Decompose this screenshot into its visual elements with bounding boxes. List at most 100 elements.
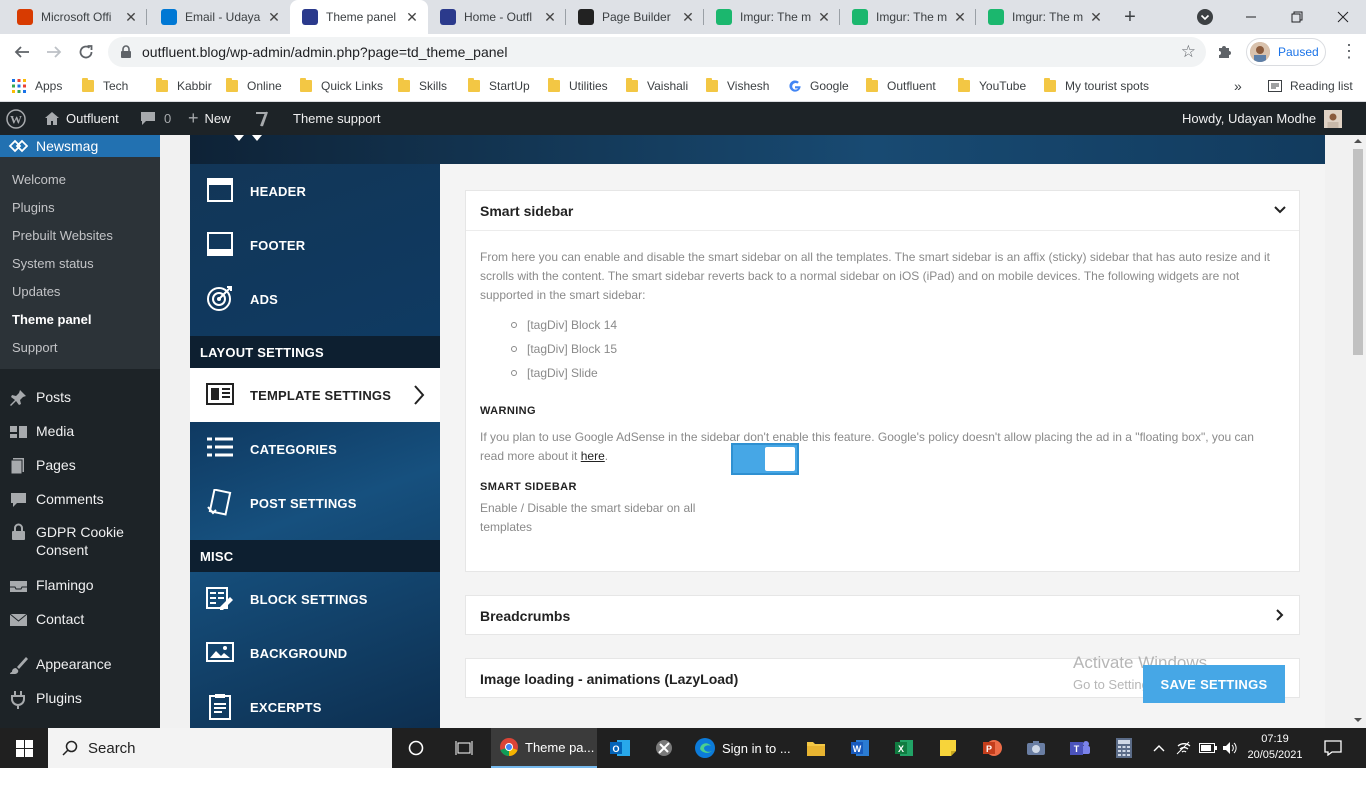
close-tab-icon[interactable]: ✕ — [404, 9, 420, 26]
notification-icon[interactable] — [1318, 728, 1348, 768]
scrollbar-thumb[interactable] — [1353, 149, 1363, 355]
bookmark-apps[interactable]: Apps — [12, 77, 62, 95]
sidebar-item-appearance[interactable]: Appearance — [8, 656, 112, 674]
teams-icon[interactable]: T — [1064, 728, 1096, 768]
submenu-system-status[interactable]: System status — [12, 256, 94, 271]
page-scrollbar[interactable] — [1350, 135, 1366, 728]
comments-link[interactable]: 0 — [140, 102, 171, 135]
battery-icon[interactable] — [1198, 728, 1218, 768]
back-button[interactable] — [10, 40, 34, 64]
sidebar-item-pages[interactable]: Pages — [8, 457, 76, 475]
theme-menu-categories[interactable]: CATEGORIES — [190, 422, 440, 476]
cortana-icon[interactable] — [400, 728, 432, 768]
wifi-icon[interactable] — [1174, 728, 1194, 768]
calculator-icon[interactable] — [1108, 728, 1140, 768]
submenu-welcome[interactable]: Welcome — [12, 172, 66, 187]
close-tab-icon[interactable]: ✕ — [680, 9, 696, 26]
outlook-icon[interactable]: O — [604, 728, 636, 768]
browser-tab[interactable]: Imgur: The m ✕ — [840, 0, 976, 34]
sidebar-item-plugins[interactable]: Plugins — [8, 690, 82, 709]
submenu-prebuilt-websites[interactable]: Prebuilt Websites — [12, 228, 113, 243]
browser-tab[interactable]: Home - Outfl ✕ — [428, 0, 566, 34]
close-window-button[interactable] — [1320, 0, 1366, 34]
new-content-link[interactable]: + New — [188, 102, 231, 135]
reading-list-button[interactable]: Reading list — [1268, 77, 1353, 95]
bookmark-google[interactable]: Google — [788, 77, 849, 95]
bookmark-star-icon[interactable]: ☆ — [1181, 42, 1196, 62]
close-tab-icon[interactable]: ✕ — [542, 9, 558, 26]
new-tab-button[interactable]: + — [1118, 5, 1142, 29]
excel-icon[interactable]: X — [888, 728, 920, 768]
browser-tab[interactable]: Imgur: The m ✕ — [704, 0, 840, 34]
theme-support-link[interactable]: Theme support — [293, 102, 380, 135]
close-tab-icon[interactable]: ✕ — [266, 9, 282, 26]
bookmark-quick-links[interactable]: Quick Links — [300, 77, 383, 95]
submenu-updates[interactable]: Updates — [12, 284, 60, 299]
theme-menu-ads[interactable]: ADS — [190, 272, 440, 326]
yoast-icon[interactable] — [254, 102, 272, 135]
save-settings-button[interactable]: SAVE SETTINGS — [1143, 665, 1285, 703]
submenu-plugins[interactable]: Plugins — [12, 200, 55, 215]
profile-button[interactable]: Paused — [1246, 38, 1326, 66]
breadcrumbs-header[interactable]: Breadcrumbs — [466, 596, 1299, 636]
scroll-up-icon[interactable] — [1350, 135, 1366, 147]
bookmark-kabbir[interactable]: Kabbir — [156, 77, 212, 95]
newsmag-menu[interactable]: Newsmag — [0, 135, 160, 157]
my-account-link[interactable]: Howdy, Udayan Modhe — [1182, 102, 1343, 135]
close-tab-icon[interactable]: ✕ — [1088, 9, 1104, 26]
address-bar[interactable]: outfluent.blog/wp-admin/admin.php?page=t… — [108, 37, 1206, 67]
sticky-notes-icon[interactable] — [932, 728, 964, 768]
powerpoint-icon[interactable]: P — [976, 728, 1008, 768]
theme-menu-post-settings[interactable]: POST SETTINGS — [190, 476, 440, 530]
sidebar-item-flamingo[interactable]: Flamingo — [8, 577, 94, 595]
scroll-down-icon[interactable] — [1350, 714, 1366, 726]
theme-menu-background[interactable]: BACKGROUND — [190, 626, 440, 680]
browser-tab[interactable]: Theme panel ✕ — [290, 0, 428, 34]
bookmark-vaishali[interactable]: Vaishali — [626, 77, 688, 95]
taskbar-clock[interactable]: 07:19 20/05/2021 — [1244, 731, 1306, 763]
browser-tab[interactable]: Email - Udaya ✕ — [149, 0, 290, 34]
smart-sidebar-toggle[interactable] — [731, 443, 799, 475]
browser-tab[interactable]: Microsoft Offi ✕ — [5, 0, 147, 34]
task-view-icon[interactable] — [448, 728, 480, 768]
more-menu-icon[interactable]: ⋮ — [1340, 42, 1358, 60]
sidebar-item-gdpr-cookie-consent[interactable]: GDPR Cookie Consent — [8, 523, 140, 559]
bookmark-my-tourist-spots[interactable]: My tourist spots — [1044, 77, 1149, 95]
bookmark-vishesh[interactable]: Vishesh — [706, 77, 769, 95]
chevron-up-icon[interactable] — [1150, 728, 1168, 768]
submenu-support[interactable]: Support — [12, 340, 58, 355]
extensions-puzzle-icon[interactable] — [1216, 42, 1234, 60]
warning-here-link[interactable]: here — [581, 449, 605, 463]
taskbar-edge[interactable]: Sign in to ... — [692, 728, 792, 768]
snipping-tool-icon[interactable] — [648, 728, 680, 768]
breadcrumbs-panel[interactable]: Breadcrumbs — [465, 595, 1300, 635]
restore-button[interactable] — [1274, 0, 1320, 34]
theme-menu-header[interactable]: HEADER — [190, 164, 440, 218]
taskbar-search-box[interactable]: Search — [48, 728, 392, 768]
theme-menu-excerpts[interactable]: EXCERPTS — [190, 680, 440, 728]
more-bookmarks-button[interactable]: » — [1234, 77, 1242, 95]
windows-start-icon[interactable] — [0, 728, 48, 768]
theme-menu-block-settings[interactable]: BLOCK SETTINGS — [190, 572, 440, 626]
taskbar-chrome[interactable]: Theme pa... — [491, 728, 597, 768]
close-tab-icon[interactable]: ✕ — [952, 9, 968, 26]
minimize-button[interactable] — [1228, 0, 1274, 34]
close-tab-icon[interactable]: ✕ — [123, 9, 139, 26]
site-name-link[interactable]: Outfluent — [44, 102, 119, 135]
close-tab-icon[interactable]: ✕ — [816, 9, 832, 26]
word-icon[interactable]: W — [844, 728, 876, 768]
sidebar-item-media[interactable]: Media — [8, 423, 74, 441]
camera-icon[interactable] — [1020, 728, 1052, 768]
bookmark-skills[interactable]: Skills — [398, 77, 447, 95]
tab-search-button[interactable] — [1196, 8, 1214, 26]
theme-menu-template-settings[interactable]: TEMPLATE SETTINGS — [190, 368, 440, 422]
browser-tab[interactable]: Imgur: The m ✕ — [976, 0, 1112, 34]
bookmark-utilities[interactable]: Utilities — [548, 77, 608, 95]
sidebar-item-contact[interactable]: Contact — [8, 611, 84, 629]
wordpress-logo-icon[interactable]: W — [6, 102, 26, 135]
volume-icon[interactable] — [1220, 728, 1240, 768]
forward-button[interactable] — [42, 40, 66, 64]
sidebar-item-posts[interactable]: Posts — [8, 389, 71, 407]
bookmark-startup[interactable]: StartUp — [468, 77, 530, 95]
bookmark-outfluent[interactable]: Outfluent — [866, 77, 936, 95]
